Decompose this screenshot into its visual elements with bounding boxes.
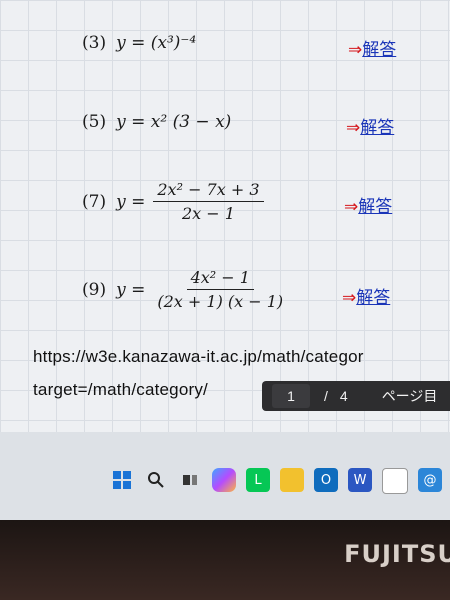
problem-number: (5)	[82, 112, 107, 132]
arrow-icon: ⇒	[348, 40, 363, 60]
line-app-icon[interactable]: L	[246, 468, 270, 492]
problem-7: (7) y = 2x² − 7x + 3 2x − 1	[82, 180, 264, 223]
total-pages: 4	[339, 388, 348, 404]
answer-link-3[interactable]: ⇒解答	[348, 35, 396, 60]
taskbar-icons: L O W @	[110, 468, 442, 494]
file-explorer-icon[interactable]	[280, 468, 304, 492]
outlook-icon[interactable]: O	[314, 468, 338, 492]
page-separator: /	[324, 388, 328, 404]
answer-link-9[interactable]: ⇒解答	[342, 283, 390, 308]
problem-number: (7)	[82, 191, 107, 212]
arrow-icon: ⇒	[342, 288, 357, 308]
task-view-icon[interactable]	[178, 468, 202, 492]
screen: (3) y = (x³)⁻⁴ ⇒解答 (5) y = x² (3 − x) ⇒解…	[0, 0, 450, 520]
brand-logo: FUJITSU	[344, 540, 450, 568]
pdf-page: (3) y = (x³)⁻⁴ ⇒解答 (5) y = x² (3 − x) ⇒解…	[0, 0, 450, 432]
denominator: (2x + 1) (x − 1)	[157, 292, 284, 311]
problem-expression: (x³)⁻⁴	[150, 33, 197, 53]
problem-number: (9)	[82, 279, 107, 300]
url-line-1: https://w3e.kanazawa-it.ac.jp/math/categ…	[33, 347, 364, 366]
answer-label[interactable]: 解答	[356, 288, 390, 308]
answer-label[interactable]: 解答	[362, 40, 396, 60]
denominator: 2x − 1	[181, 204, 235, 223]
url-line-2: target=/math/category/	[33, 380, 208, 399]
fraction: 4x² − 1 (2x + 1) (x − 1)	[153, 268, 287, 311]
problem-lhs: y =	[116, 33, 146, 53]
answer-link-5[interactable]: ⇒解答	[346, 113, 394, 138]
word-icon[interactable]: W	[348, 468, 372, 492]
app-icon[interactable]	[382, 468, 408, 494]
numerator: 2x² − 7x + 3	[153, 180, 264, 202]
problem-number: (3)	[82, 33, 107, 53]
problem-expression: x² (3 − x)	[150, 112, 232, 132]
windows-start-icon[interactable]	[110, 468, 134, 492]
answer-label[interactable]: 解答	[360, 118, 394, 138]
page-label: ページ目	[381, 388, 438, 404]
problem-3: (3) y = (x³)⁻⁴	[82, 33, 196, 53]
pdf-page-toolbar: 1 / 4 ページ目	[262, 381, 450, 411]
search-icon[interactable]	[144, 468, 168, 492]
arrow-icon: ⇒	[344, 197, 359, 217]
copilot-icon[interactable]	[212, 468, 236, 492]
problem-lhs: y =	[116, 112, 146, 132]
answer-link-7[interactable]: ⇒解答	[344, 192, 392, 217]
mail-icon[interactable]: @	[418, 468, 442, 492]
problem-9: (9) y = 4x² − 1 (2x + 1) (x − 1)	[82, 268, 287, 311]
numerator: 4x² − 1	[186, 268, 254, 290]
answer-label[interactable]: 解答	[358, 197, 392, 217]
problem-lhs: y =	[116, 279, 146, 300]
problem-lhs: y =	[116, 191, 146, 212]
fraction: 2x² − 7x + 3 2x − 1	[153, 180, 264, 223]
current-page-input[interactable]: 1	[272, 384, 310, 408]
taskbar: L O W @	[0, 432, 450, 520]
problem-5: (5) y = x² (3 − x)	[82, 112, 231, 132]
arrow-icon: ⇒	[346, 118, 361, 138]
